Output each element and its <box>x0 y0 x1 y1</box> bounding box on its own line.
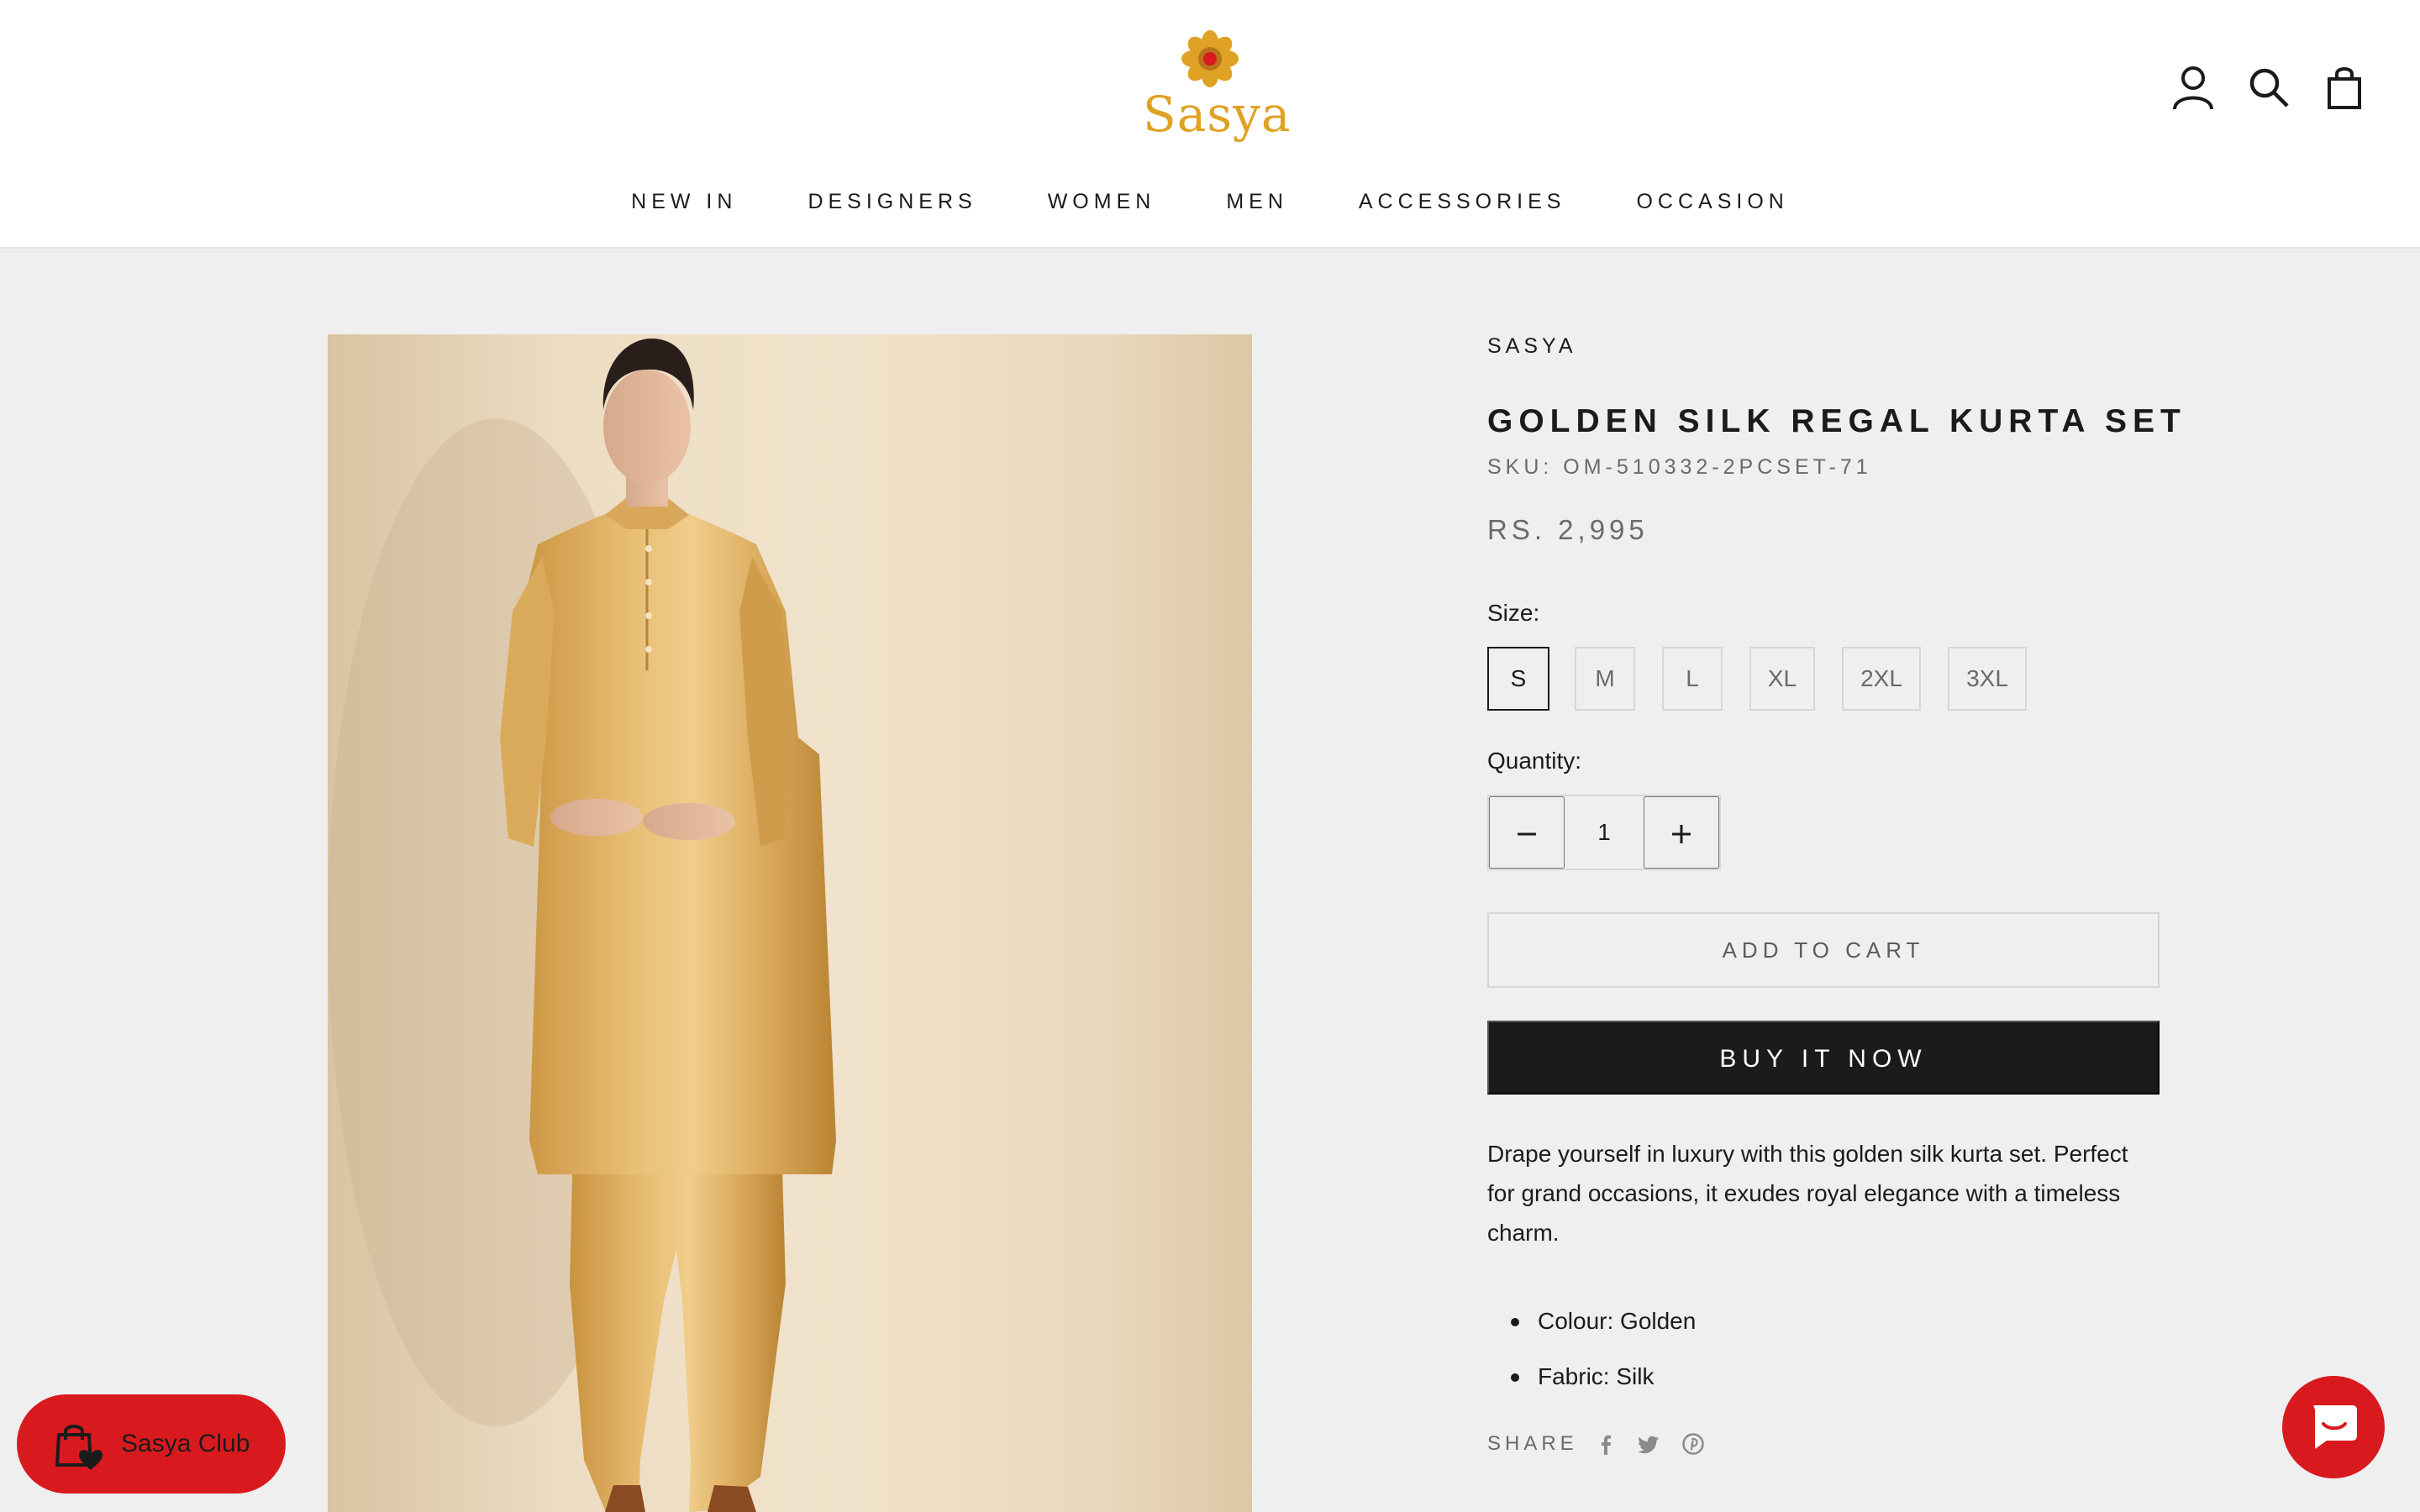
facebook-icon[interactable] <box>1595 1433 1617 1455</box>
main-nav: NEW IN DESIGNERS WOMEN MEN ACCESSORIES O… <box>0 185 2420 218</box>
size-selector: S M L XL 2XL 3XL <box>1487 647 2160 711</box>
feature-fabric: Fabric: Silk <box>1538 1363 1655 1389</box>
nav-item-occasion[interactable]: OCCASION <box>1636 185 1788 218</box>
pinterest-icon[interactable] <box>1682 1433 1704 1455</box>
quantity-decrease-button[interactable] <box>1489 796 1565 869</box>
product-features: Colour: Golden Fabric: Silk <box>1487 1294 2160 1404</box>
product-sku: SKU: OM-510332-2PCSET-71 <box>1487 455 1872 479</box>
size-option-3xl[interactable]: 3XL <box>1948 647 2027 711</box>
site-header: Sasya NEW IN DESIGNERS WOMEN MEN ACCESSO <box>0 0 2420 249</box>
share-label: SHARE <box>1487 1432 1578 1455</box>
chat-launcher-button[interactable] <box>2282 1376 2385 1478</box>
minus-icon <box>1518 832 1536 836</box>
size-option-2xl[interactable]: 2XL <box>1842 647 1921 711</box>
nav-item-women[interactable]: WOMEN <box>1048 185 1156 218</box>
quantity-input[interactable]: 1 <box>1565 796 1644 869</box>
model-illustration <box>328 339 836 1512</box>
size-option-s[interactable]: S <box>1487 647 1549 711</box>
share-bar: SHARE <box>1487 1431 1823 1457</box>
chat-bubble-icon <box>2313 1405 2357 1449</box>
feature-item: Fabric: Silk <box>1487 1349 2160 1404</box>
plus-icon <box>1672 825 1691 843</box>
loyalty-club-launcher[interactable]: Sasya Club <box>17 1394 286 1494</box>
nav-item-designers[interactable]: DESIGNERS <box>808 185 976 218</box>
cart-icon[interactable] <box>2319 62 2370 113</box>
nav-item-men[interactable]: MEN <box>1226 185 1288 218</box>
shopping-bag-heart-icon <box>55 1425 103 1470</box>
size-label: Size: <box>1487 600 1540 626</box>
bullet-dot <box>1511 1318 1519 1326</box>
nav-item-new-in[interactable]: NEW IN <box>631 185 737 218</box>
size-option-l[interactable]: L <box>1662 647 1723 711</box>
size-option-xl[interactable]: XL <box>1749 647 1815 711</box>
feature-item: Colour: Golden <box>1487 1294 2160 1349</box>
nav-item-accessories[interactable]: ACCESSORIES <box>1359 185 1566 218</box>
feature-colour: Colour: Golden <box>1538 1308 1697 1334</box>
quantity-increase-button[interactable] <box>1644 796 1719 869</box>
add-to-cart-button[interactable]: ADD TO CART <box>1487 912 2160 988</box>
site-logo[interactable]: Sasya <box>1143 30 1292 148</box>
product-description: Drape yourself in luxury with this golde… <box>1487 1141 2128 1246</box>
product-vendor[interactable]: SASYA <box>1487 334 1577 359</box>
twitter-icon[interactable] <box>1639 1433 1660 1455</box>
header-actions <box>2168 62 2420 116</box>
size-option-m[interactable]: M <box>1575 647 1635 711</box>
loyalty-club-label: Sasya Club <box>121 1430 250 1457</box>
product-price: RS. 2,995 <box>1487 514 1649 545</box>
product-title: GOLDEN SILK REGAL KURTA SET <box>1487 403 2186 439</box>
quantity-stepper: 1 <box>1487 795 1721 870</box>
flower-logo-icon <box>1181 30 1239 87</box>
buy-now-button[interactable]: BUY IT NOW <box>1487 1021 2160 1095</box>
logo-wordmark: Sasya <box>1143 86 1292 143</box>
quantity-label: Quantity: <box>1487 748 1582 774</box>
account-icon[interactable] <box>2168 62 2218 113</box>
search-icon[interactable] <box>2244 62 2294 113</box>
product-image[interactable] <box>328 334 1252 1512</box>
bullet-dot <box>1511 1373 1519 1382</box>
